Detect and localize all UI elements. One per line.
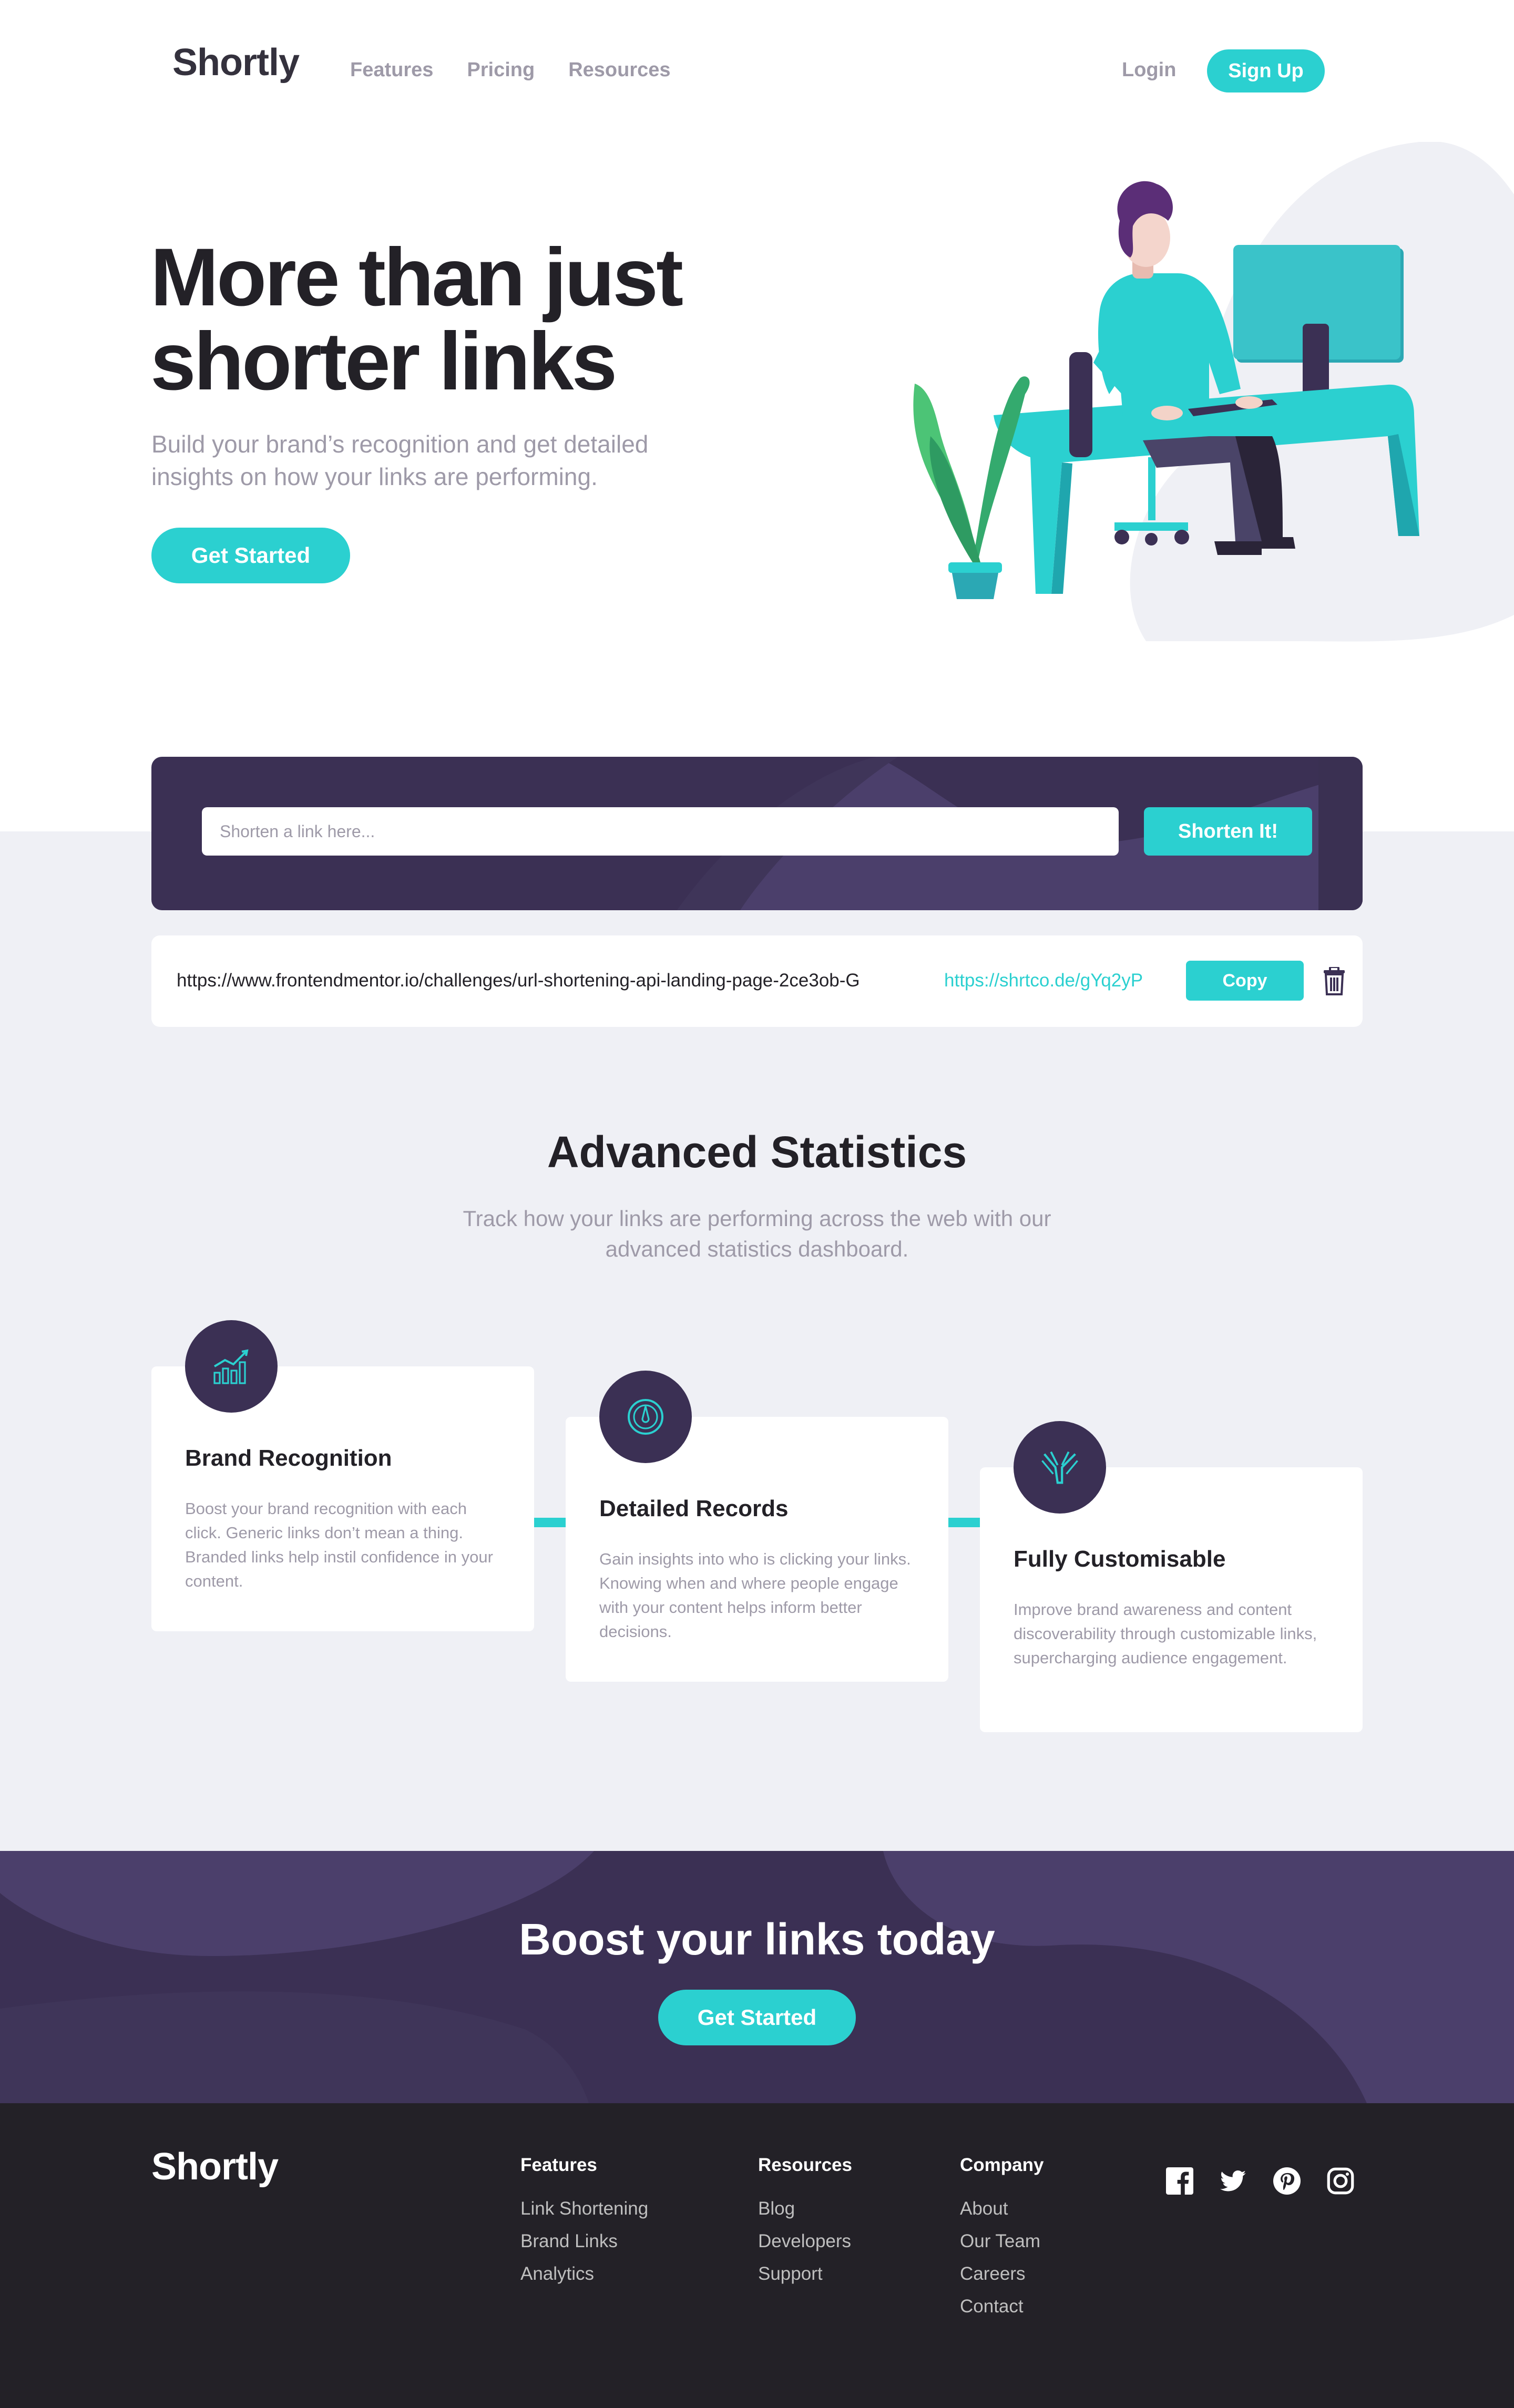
card-title: Detailed Records bbox=[599, 1496, 789, 1521]
card-title: Fully Customisable bbox=[1014, 1546, 1226, 1572]
feature-card-detailed-records: Detailed Records Gain insights into who … bbox=[566, 1371, 948, 1682]
stats-subtitle: Track how your links are performing acro… bbox=[463, 1206, 1051, 1261]
twitter-icon[interactable] bbox=[1220, 2167, 1247, 2195]
footer-link[interactable]: About bbox=[960, 2199, 1044, 2219]
card-text: Improve brand awareness and content disc… bbox=[1014, 1600, 1317, 1667]
shorten-form: Shorten It! bbox=[151, 757, 1363, 910]
boost-title: Boost your links today bbox=[519, 1915, 995, 1964]
stats-title: Advanced Statistics bbox=[547, 1127, 967, 1177]
original-url: https://www.frontendmentor.io/challenges… bbox=[177, 970, 860, 991]
card-icon-wrapper bbox=[599, 1371, 692, 1463]
detailed-records-gauge-icon bbox=[628, 1399, 663, 1435]
card-text: Gain insights into who is clicking your … bbox=[599, 1550, 911, 1641]
feature-card-brand-recognition: Brand Recognition Boost your brand recog… bbox=[151, 1320, 534, 1631]
footer-heading: Resources bbox=[758, 2155, 852, 2175]
shorten-button[interactable]: Shorten It! bbox=[1144, 807, 1312, 856]
login-link[interactable]: Login bbox=[1122, 59, 1176, 81]
footer-column-features: Features Link Shortening Brand Links Ana… bbox=[520, 2155, 648, 2297]
footer-link[interactable]: Support bbox=[758, 2264, 852, 2284]
card-text: Boost your brand recognition with each c… bbox=[185, 1499, 493, 1590]
footer-heading: Company bbox=[960, 2155, 1044, 2175]
footer-link[interactable]: Link Shortening bbox=[520, 2199, 648, 2219]
hero-subtitle: Build your brand’s recognition and get d… bbox=[151, 430, 649, 490]
short-url[interactable]: https://shrtco.de/gYq2yP bbox=[944, 970, 1143, 991]
nav-pricing[interactable]: Pricing bbox=[467, 59, 535, 81]
footer-column-resources: Resources Blog Developers Support bbox=[758, 2155, 852, 2297]
footer-link[interactable]: Careers bbox=[960, 2264, 1044, 2284]
facebook-icon[interactable] bbox=[1166, 2167, 1193, 2195]
site-footer: Shortly Features Link Shortening Brand L… bbox=[0, 2103, 1514, 2408]
footer-column-company: Company About Our Team Careers Contact bbox=[960, 2155, 1044, 2329]
footer-link[interactable]: Contact bbox=[960, 2297, 1044, 2317]
feature-card-fully-customisable: Fully Customisable Improve brand awarene… bbox=[980, 1421, 1363, 1732]
hero-get-started-button[interactable]: Get Started bbox=[151, 528, 350, 583]
nav-resources[interactable]: Resources bbox=[568, 59, 670, 81]
trash-icon[interactable] bbox=[1323, 967, 1346, 995]
card-title: Brand Recognition bbox=[185, 1445, 392, 1471]
working-illustration bbox=[913, 142, 1514, 642]
footer-link[interactable]: Blog bbox=[758, 2199, 852, 2219]
footer-link[interactable]: Brand Links bbox=[520, 2231, 648, 2251]
shorten-url-input[interactable] bbox=[202, 807, 1119, 856]
boost-get-started-button[interactable]: Get Started bbox=[658, 1990, 856, 2045]
social-links bbox=[1166, 2167, 1354, 2195]
fully-customisable-brushes-icon bbox=[1041, 1451, 1078, 1484]
site-header: Shortly Features Pricing Resources Login… bbox=[0, 0, 1514, 142]
main-nav: Features Pricing Resources bbox=[350, 59, 671, 81]
nav-features[interactable]: Features bbox=[350, 59, 433, 81]
hero-title-line1: More than just bbox=[150, 232, 683, 323]
footer-link[interactable]: Developers bbox=[758, 2231, 852, 2251]
footer-link[interactable]: Our Team bbox=[960, 2231, 1044, 2251]
pinterest-icon[interactable] bbox=[1273, 2167, 1301, 2195]
card-icon-wrapper bbox=[185, 1320, 278, 1413]
instagram-icon[interactable] bbox=[1327, 2167, 1354, 2195]
shortened-link-result: https://www.frontendmentor.io/challenges… bbox=[151, 935, 1363, 1027]
boost-background-shapes bbox=[0, 1851, 1514, 2103]
card-icon-wrapper bbox=[1014, 1421, 1106, 1514]
signup-button[interactable]: Sign Up bbox=[1207, 49, 1325, 92]
hero-title: More than just shorter links bbox=[150, 235, 781, 404]
brand-recognition-chart-icon bbox=[213, 1349, 249, 1384]
footer-logo[interactable]: Shortly bbox=[151, 2145, 279, 2188]
logo[interactable]: Shortly bbox=[172, 41, 300, 84]
copy-button[interactable]: Copy bbox=[1186, 961, 1304, 1001]
boost-section: Boost your links today Get Started bbox=[0, 1851, 1514, 2103]
footer-heading: Features bbox=[520, 2155, 597, 2175]
footer-link[interactable]: Analytics bbox=[520, 2264, 648, 2284]
hero-title-line2: shorter links bbox=[150, 316, 617, 407]
